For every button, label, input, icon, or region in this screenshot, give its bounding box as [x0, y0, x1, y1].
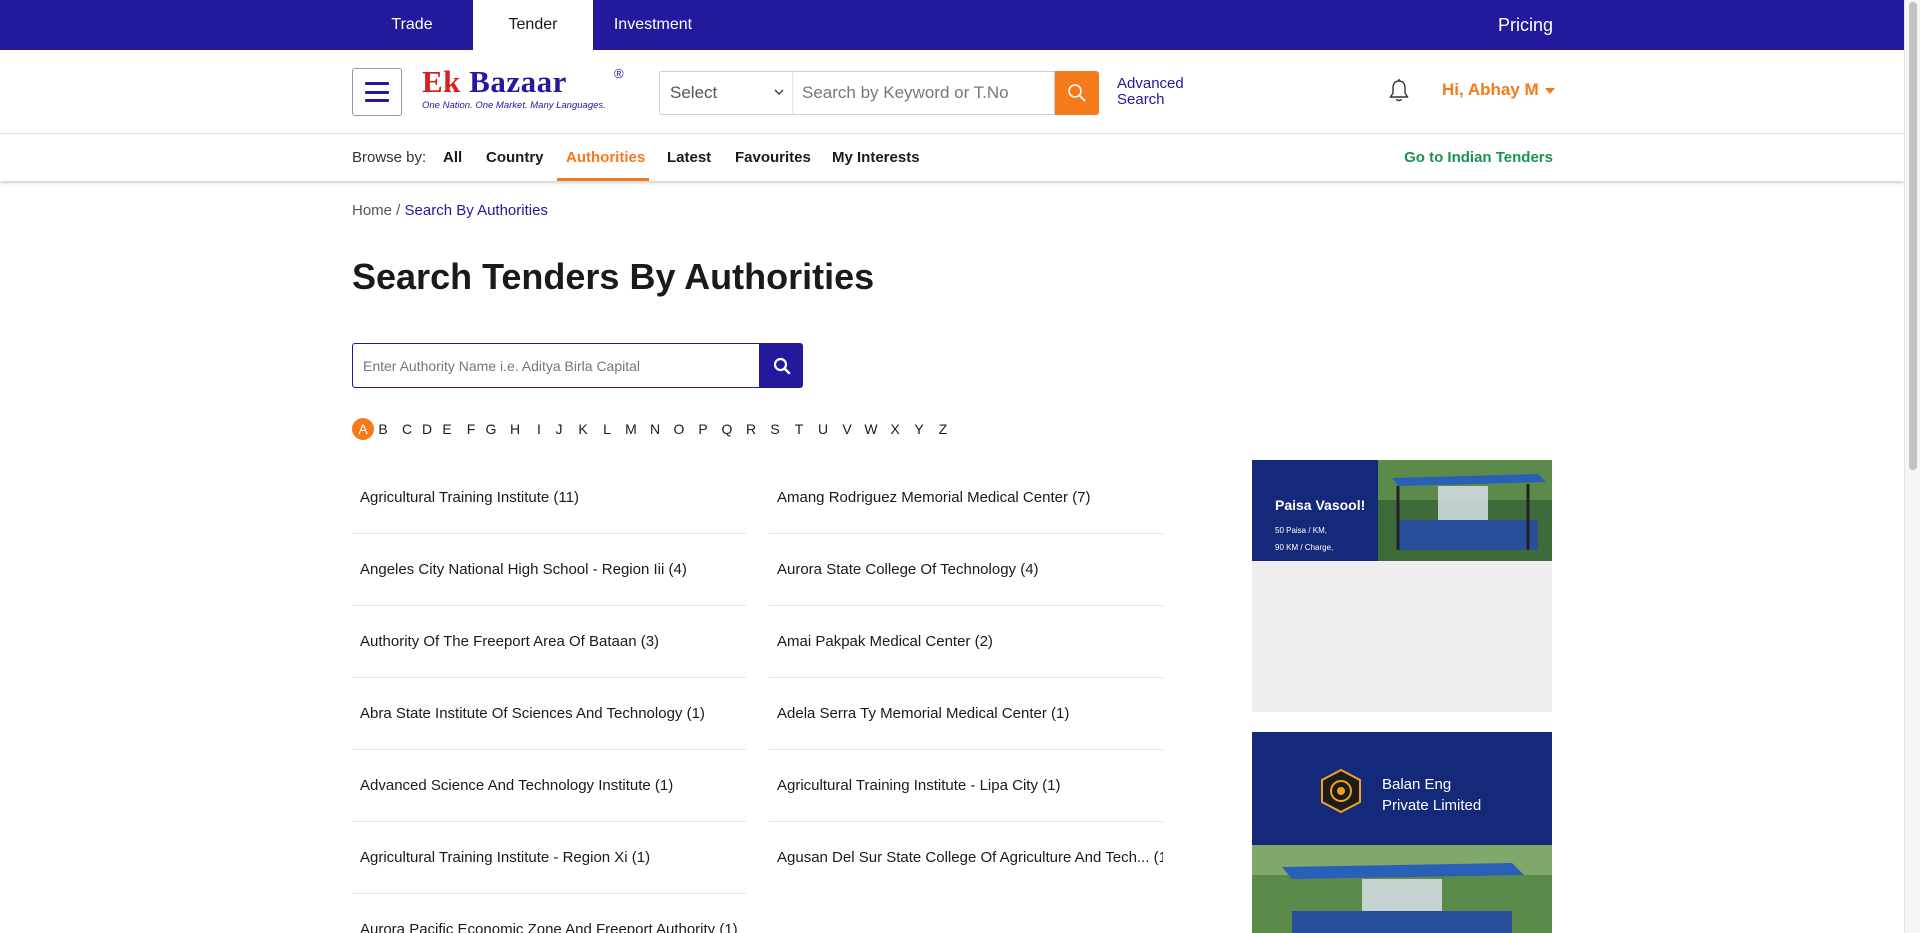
logo-registered-mark: ® [614, 66, 624, 81]
tab-investment[interactable]: Investment [593, 0, 713, 50]
ad-subtext-2: 90 KM / Charge, [1275, 543, 1334, 552]
alphabet-letter-s[interactable]: S [764, 418, 786, 440]
logo-wordmark: Ek Bazaar [422, 64, 567, 99]
active-tab-underline [557, 178, 649, 181]
alphabet-letter-f[interactable]: F [460, 418, 482, 440]
browse-favourites[interactable]: Favourites [735, 149, 811, 166]
indian-tenders-link[interactable]: Go to Indian Tenders [1404, 149, 1553, 166]
alphabet-letter-u[interactable]: U [812, 418, 834, 440]
breadcrumb: Home / Search By Authorities [352, 202, 548, 219]
caret-down-icon [1544, 87, 1555, 94]
authority-list-item[interactable]: Advanced Science And Technology Institut… [352, 750, 746, 822]
hamburger-menu-button[interactable] [352, 68, 402, 116]
authority-list-right: Amang Rodriguez Memorial Medical Center … [769, 462, 1163, 894]
alphabet-letter-r[interactable]: R [740, 418, 762, 440]
ad-banner-balan-eng[interactable]: Balan Eng Private Limited [1252, 732, 1552, 933]
notification-bell-icon[interactable] [1388, 78, 1410, 104]
alphabet-letter-b[interactable]: B [372, 418, 394, 440]
alphabet-letter-e[interactable]: E [436, 418, 458, 440]
alphabet-letter-x[interactable]: X [884, 418, 906, 440]
alphabet-letter-z[interactable]: Z [932, 418, 954, 440]
breadcrumb-current: Search By Authorities [404, 202, 548, 219]
alphabet-letter-m[interactable]: M [620, 418, 642, 440]
search-category-select[interactable]: Select [659, 71, 792, 115]
authority-list-item[interactable]: Angeles City National High School - Regi… [352, 534, 746, 606]
advanced-search-link[interactable]: Advanced Search [1117, 76, 1197, 108]
authority-list-item[interactable]: Agricultural Training Institute - Region… [352, 822, 746, 894]
authority-search-input[interactable] [352, 343, 760, 388]
authority-search-form [352, 343, 803, 388]
authority-list-item[interactable]: Amang Rodriguez Memorial Medical Center … [769, 462, 1163, 534]
authority-list-left: Agricultural Training Institute (11) Ange… [352, 462, 746, 933]
ad-vehicle-image [1378, 460, 1552, 561]
authority-list-item[interactable]: Adela Serra Ty Memorial Medical Center (… [769, 678, 1163, 750]
alphabet-letter-d[interactable]: D [416, 418, 438, 440]
ad-company-name: Balan Eng Private Limited [1382, 776, 1482, 814]
ad-heading: Paisa Vasool! [1275, 497, 1366, 513]
breadcrumb-separator: / [392, 202, 405, 219]
page-title: Search Tenders By Authorities [352, 256, 875, 297]
balan-eng-logo-icon [1321, 768, 1361, 814]
alphabet-letter-y[interactable]: Y [908, 418, 930, 440]
ad-vehicle-photo [1252, 845, 1552, 933]
chevron-down-icon [774, 89, 784, 96]
authority-search-button[interactable] [760, 343, 803, 388]
alphabet-letter-h[interactable]: H [504, 418, 526, 440]
alphabet-letter-v[interactable]: V [836, 418, 858, 440]
alphabet-letter-j[interactable]: J [548, 418, 570, 440]
authority-list-item[interactable]: Aurora State College Of Technology (4) [769, 534, 1163, 606]
logo-tagline: One Nation. One Market. Many Languages. [422, 100, 606, 111]
authority-list-item[interactable]: Amai Pakpak Medical Center (2) [769, 606, 1163, 678]
browse-authorities[interactable]: Authorities [566, 149, 645, 166]
alphabet-letter-p[interactable]: P [692, 418, 714, 440]
hamburger-icon [365, 82, 389, 102]
alphabet-letter-q[interactable]: Q [716, 418, 738, 440]
tab-tender[interactable]: Tender [473, 0, 593, 50]
alphabet-letter-o[interactable]: O [668, 418, 690, 440]
tab-trade[interactable]: Trade [352, 0, 472, 50]
scrollbar-thumb[interactable] [1909, 2, 1917, 470]
alphabet-letter-g[interactable]: G [480, 418, 502, 440]
alphabet-letter-t[interactable]: T [788, 418, 810, 440]
authority-list-item[interactable]: Agricultural Training Institute (11) [352, 462, 746, 534]
ek-bazaar-logo[interactable]: Ek Bazaar ® One Nation. One Market. Many… [422, 66, 632, 114]
search-button[interactable] [1055, 71, 1099, 115]
pricing-link[interactable]: Pricing [1498, 0, 1553, 50]
main-header: Ek Bazaar ® One Nation. One Market. Many… [0, 50, 1904, 134]
alphabet-letter-n[interactable]: N [644, 418, 666, 440]
breadcrumb-home[interactable]: Home [352, 202, 392, 219]
browse-latest[interactable]: Latest [667, 149, 711, 166]
ad-banner-paisa-vasool[interactable]: Paisa Vasool! 50 Paisa / KM, 90 KM / Cha… [1252, 460, 1552, 712]
browse-all[interactable]: All [443, 149, 462, 166]
search-icon [773, 357, 790, 374]
keyword-search-input[interactable] [792, 71, 1055, 115]
search-icon [1068, 84, 1086, 102]
alphabet-letter-a[interactable]: A [352, 418, 374, 440]
authority-list-item[interactable]: Authority Of The Freeport Area Of Bataan… [352, 606, 746, 678]
alphabet-letter-k[interactable]: K [572, 418, 594, 440]
browse-label: Browse by: [352, 149, 427, 166]
authority-list-item[interactable]: Agusan Del Sur State College Of Agricult… [769, 822, 1163, 894]
authority-list-item[interactable]: Aurora Pacific Economic Zone And Freepor… [352, 894, 746, 933]
authority-list-item[interactable]: Abra State Institute Of Sciences And Tec… [352, 678, 746, 750]
ad-banner-image: Paisa Vasool! 50 Paisa / KM, 90 KM / Cha… [1252, 460, 1552, 561]
alphabet-letter-w[interactable]: W [860, 418, 882, 440]
top-nav-bar: Trade Tender Investment Pricing [0, 0, 1904, 50]
browse-bar: Browse by: All Country Authorities Lates… [0, 135, 1904, 181]
authority-list-item[interactable]: Agricultural Training Institute - Lipa C… [769, 750, 1163, 822]
user-menu[interactable]: Hi, Abhay M [1442, 80, 1555, 100]
page-scrollbar[interactable] [1904, 0, 1920, 933]
browse-country[interactable]: Country [486, 149, 544, 166]
alphabet-letter-i[interactable]: I [528, 418, 550, 440]
alphabet-letter-c[interactable]: C [396, 418, 418, 440]
browse-my-interests[interactable]: My Interests [832, 149, 920, 166]
alphabet-letter-l[interactable]: L [596, 418, 618, 440]
ad-subtext-1: 50 Paisa / KM, [1275, 526, 1328, 535]
